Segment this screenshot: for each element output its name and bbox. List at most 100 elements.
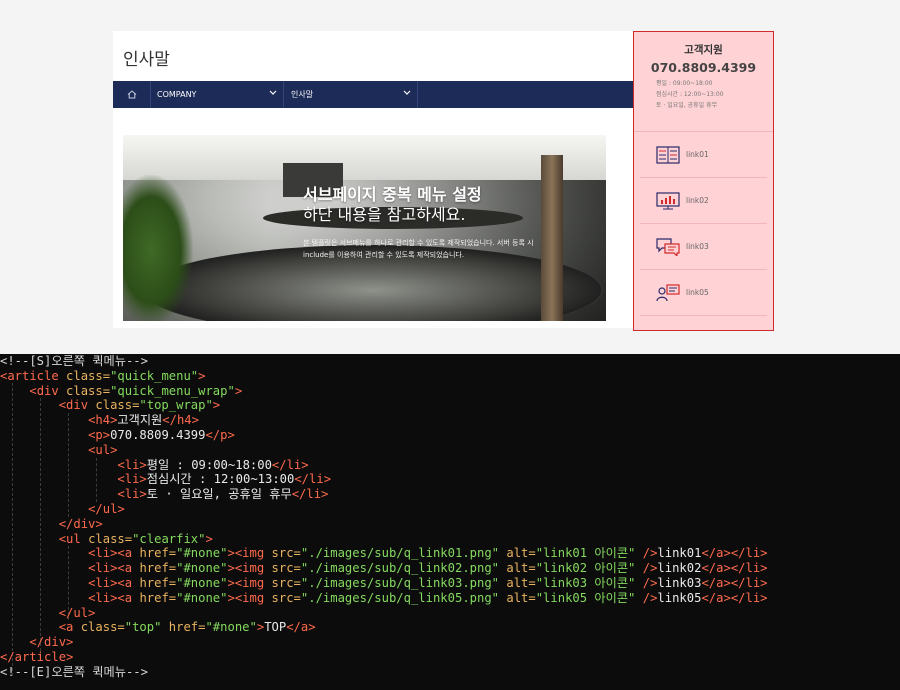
code-tag: <a xyxy=(117,561,140,576)
hours-item: 점심시간 : 12:00~13:00 xyxy=(656,91,724,98)
code-tag: </li> xyxy=(291,487,329,502)
code-tag: /> xyxy=(635,546,658,561)
code-text: 070.8809.4399 xyxy=(110,427,206,442)
code-string: "./images/sub/q_link03.png" xyxy=(300,575,500,590)
code-line: </article> xyxy=(0,650,900,665)
code-editor: <!--[S]오른쪽 퀵메뉴--> <article class="quick_… xyxy=(0,354,900,690)
banner-desc-line: include를 이용하여 관리할 수 있도록 제작되었습니다. xyxy=(303,251,465,259)
nav-dropdown-greeting[interactable]: 인사말 xyxy=(285,81,418,108)
code-tag: <img xyxy=(234,546,272,561)
home-icon xyxy=(127,90,136,99)
code-attr: src= xyxy=(271,546,301,561)
quick-link-03[interactable]: link03 xyxy=(640,224,767,270)
banner-plant xyxy=(123,175,193,321)
code-string: "#none" xyxy=(176,590,228,605)
code-tag: <img xyxy=(234,575,272,590)
code-string: "./images/sub/q_link02.png" xyxy=(300,561,500,576)
code-string: "quick_menu_wrap" xyxy=(110,383,235,398)
code-attr: class= xyxy=(66,383,111,398)
code-tag: <div xyxy=(29,383,67,398)
code-line: <li><a href="#none"><img src="./images/s… xyxy=(0,546,900,561)
code-tag: </article> xyxy=(0,649,74,664)
code-tag: /> xyxy=(635,575,658,590)
code-tag: </div> xyxy=(29,635,74,650)
quick-link-05[interactable]: link05 xyxy=(640,270,767,316)
code-text: 토 · 일요일, 공휴일 휴무 xyxy=(146,487,292,502)
code-tag: </li> xyxy=(730,590,768,605)
code-comment: <!--[E]오른쪽 퀵메뉴--> xyxy=(0,664,148,679)
hours-item: 토 · 일요일, 공휴일 휴무 xyxy=(656,102,718,109)
code-attr: href= xyxy=(139,546,177,561)
code-text: link01 xyxy=(657,546,702,561)
code-line: <li><a href="#none"><img src="./images/s… xyxy=(0,561,900,576)
code-tag: <li> xyxy=(117,457,147,472)
banner-description: 본 템플릿은 서브메뉴를 하나로 관리할 수 있도록 제작되었습니다. 서버 등… xyxy=(303,237,593,261)
code-tag: </div> xyxy=(58,516,103,531)
code-line: <div class="quick_menu_wrap"> xyxy=(0,384,900,399)
code-line: <div class="top_wrap"> xyxy=(0,398,900,413)
code-tag: <li> xyxy=(88,561,118,576)
person-monitor-icon xyxy=(656,283,680,301)
code-tag: <li> xyxy=(88,546,118,561)
banner-window xyxy=(123,135,606,180)
code-tag: <a xyxy=(117,590,140,605)
code-string: "link02 아이콘" xyxy=(535,561,636,576)
code-tag: > xyxy=(198,368,206,383)
code-tag: <p> xyxy=(88,427,111,442)
code-text: 평일 : 09:00~18:00 xyxy=(146,457,272,472)
code-tag: <li> xyxy=(117,472,147,487)
code-attr: src= xyxy=(271,575,301,590)
document-list-icon xyxy=(656,145,680,164)
nav-dropdown-label: 인사말 xyxy=(291,90,314,99)
code-tag: <li> xyxy=(117,487,147,502)
quick-menu-hours: 평일 : 09:00~18:00 점심시간 : 12:00~13:00 토 · … xyxy=(634,78,773,111)
code-tag: > xyxy=(227,590,235,605)
code-attr: alt= xyxy=(506,561,536,576)
code-string: "top" xyxy=(124,620,162,635)
code-line: <li><a href="#none"><img src="./images/s… xyxy=(0,591,900,606)
code-line: </ul> xyxy=(0,606,900,621)
home-button[interactable] xyxy=(113,81,151,108)
code-attr: class= xyxy=(80,620,125,635)
nav-dropdown-company[interactable]: COMPANY xyxy=(151,81,284,108)
code-tag: </p> xyxy=(205,427,235,442)
code-tag: </li> xyxy=(271,457,309,472)
quick-link-01[interactable]: link01 xyxy=(640,132,767,178)
code-line: </ul> xyxy=(0,502,900,517)
code-string: "link01 아이콘" xyxy=(535,546,636,561)
code-line: <li>평일 : 09:00~18:00</li> xyxy=(0,458,900,473)
code-tag: <a xyxy=(58,620,81,635)
quick-menu-phone: 070.8809.4399 xyxy=(650,60,757,75)
code-attr: class= xyxy=(66,368,111,383)
breadcrumb-navbar: COMPANY 인사말 xyxy=(113,81,640,108)
code-string: "top_wrap" xyxy=(139,398,213,413)
code-tag: </a> xyxy=(286,620,316,635)
code-tag: <img xyxy=(234,561,272,576)
banner-desc-line: 본 템플릿은 서브메뉴를 하나로 관리할 수 있도록 제작되었습니다. 서버 등… xyxy=(303,239,534,247)
code-tag: <img xyxy=(234,590,272,605)
code-text: TOP xyxy=(264,620,287,635)
code-tag: </a> xyxy=(701,561,731,576)
code-line: </div> xyxy=(0,517,900,532)
code-line: <p>070.8809.4399</p> xyxy=(0,428,900,443)
code-tag: </ul> xyxy=(58,605,96,620)
code-tag: </li> xyxy=(730,546,768,561)
code-line: </div> xyxy=(0,635,900,650)
code-text: link05 xyxy=(657,590,702,605)
code-tag: > xyxy=(227,575,235,590)
code-line: <a class="top" href="#none">TOP</a> xyxy=(0,620,900,635)
code-line: <ul> xyxy=(0,443,900,458)
code-attr: href= xyxy=(139,590,177,605)
code-tag: > xyxy=(234,383,243,398)
code-string: "./images/sub/q_link05.png" xyxy=(300,590,500,605)
code-attr: class= xyxy=(95,398,140,413)
code-tag: <li> xyxy=(88,575,118,590)
quick-link-02[interactable]: link02 xyxy=(640,178,767,224)
code-text: link03 xyxy=(657,575,702,590)
code-attr: href= xyxy=(161,620,206,635)
chevron-down-icon xyxy=(403,90,411,95)
code-tag: <h4> xyxy=(88,413,118,428)
hours-item: 평일 : 09:00~18:00 xyxy=(656,80,713,87)
code-text: 점심시간 : 12:00~13:00 xyxy=(146,472,295,487)
code-attr: alt= xyxy=(506,546,536,561)
